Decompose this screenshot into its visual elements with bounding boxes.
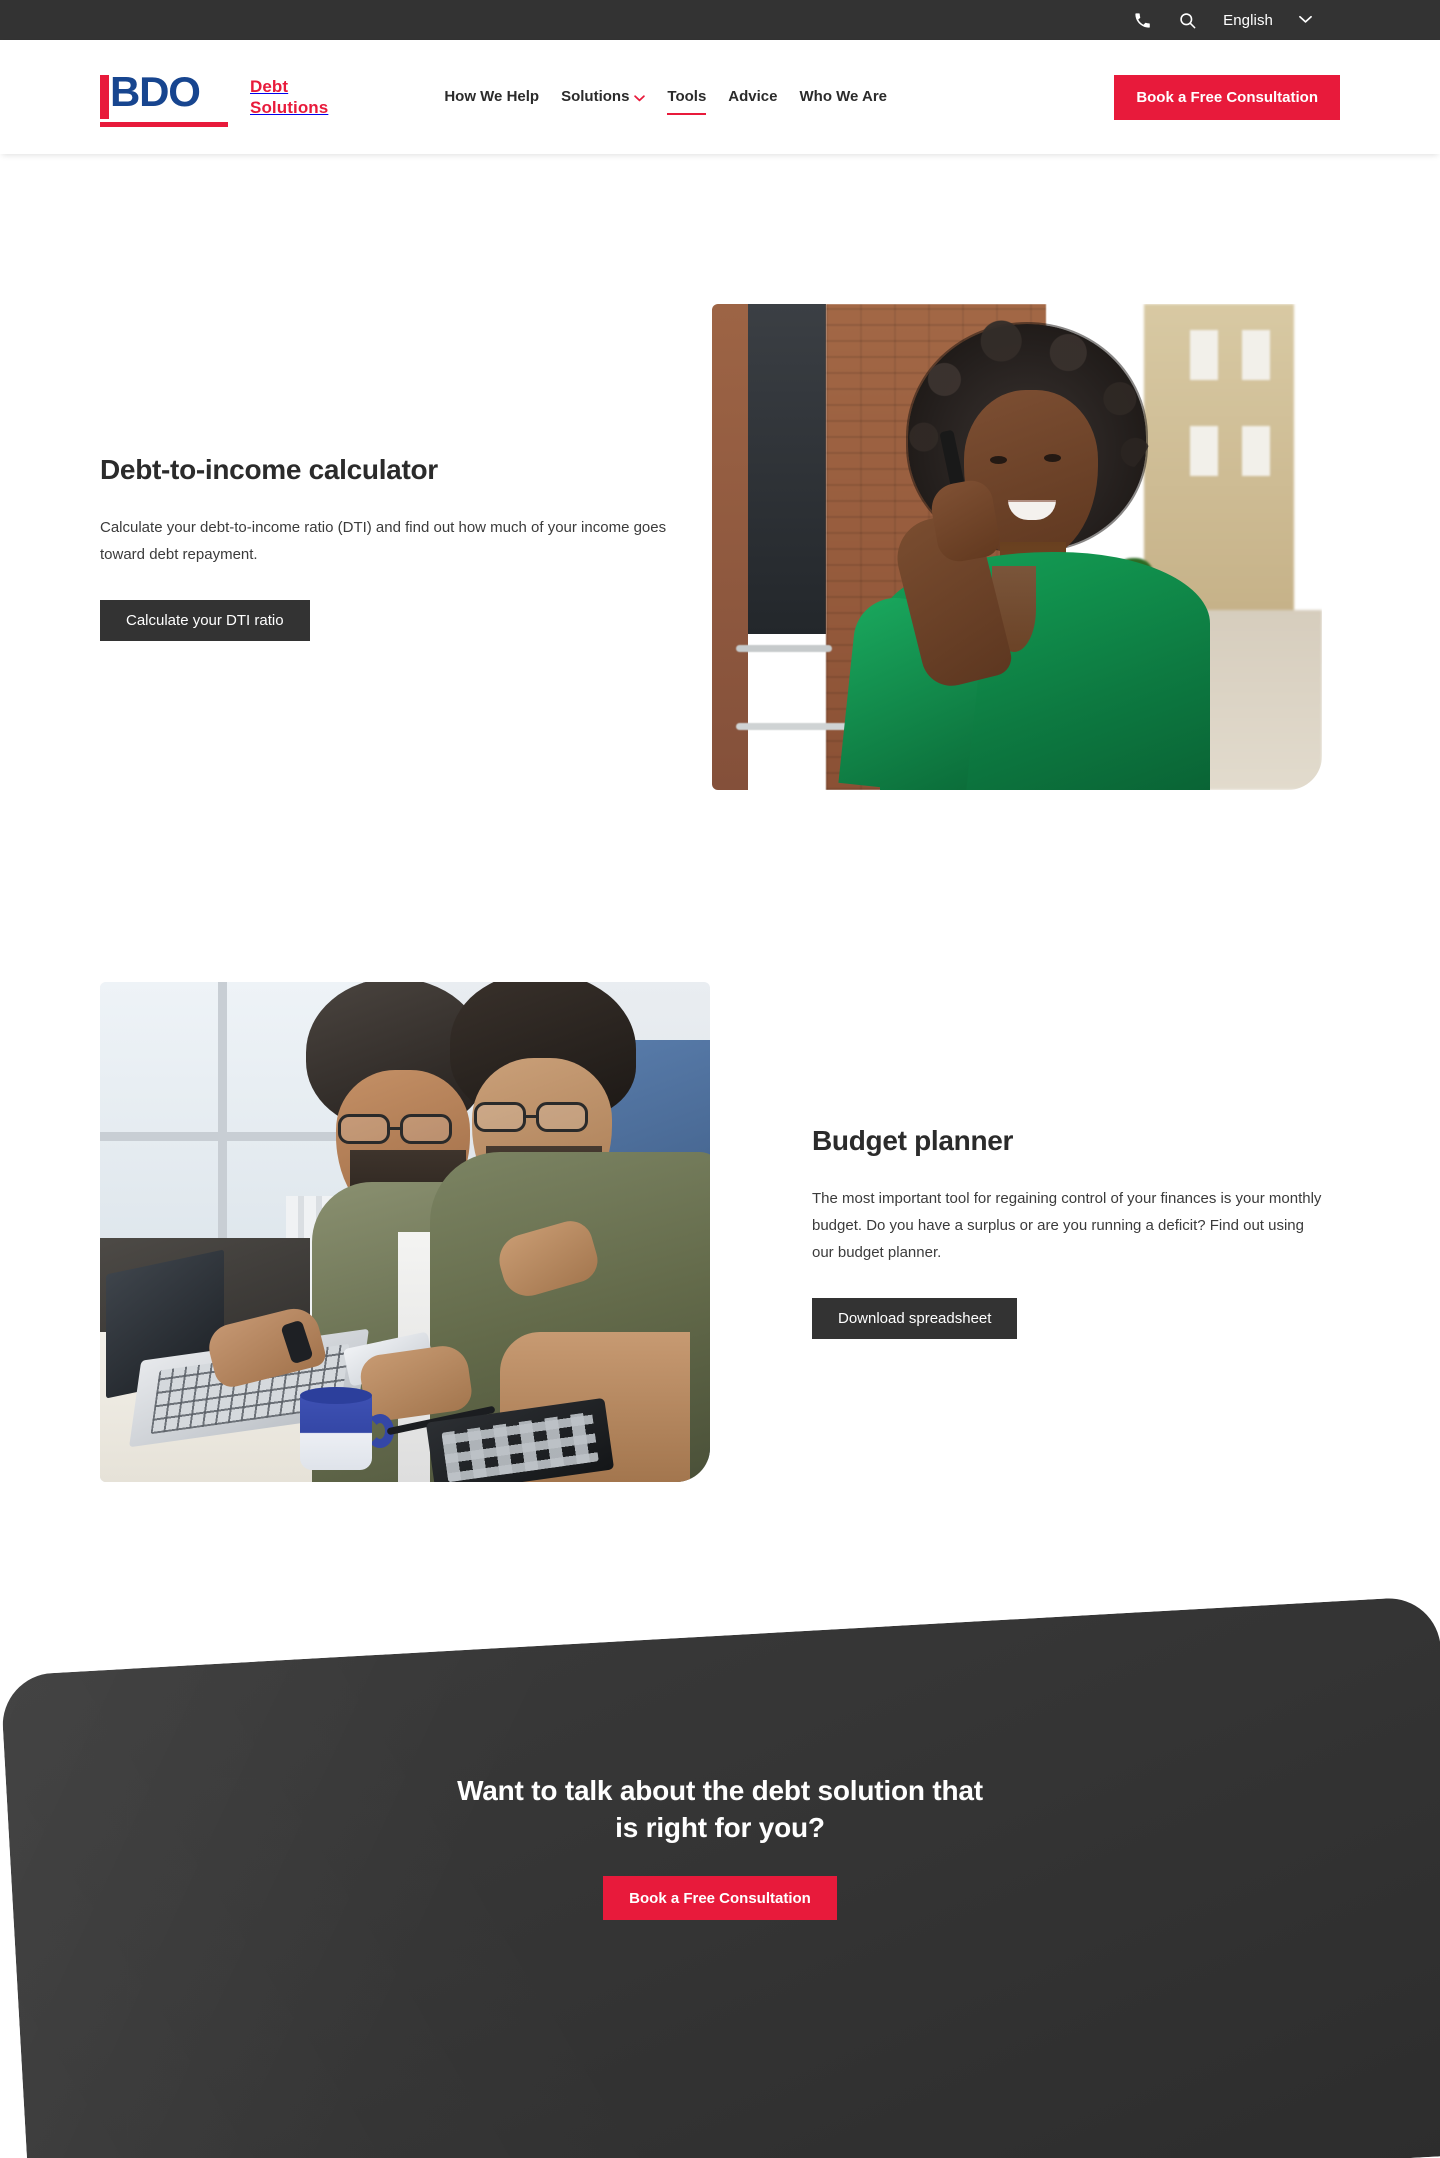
nav-label: Solutions <box>561 87 630 105</box>
brand-tagline-line2: Solutions <box>250 98 329 117</box>
download-spreadsheet-button[interactable]: Download spreadsheet <box>812 1298 1018 1339</box>
search-icon[interactable] <box>1178 11 1197 30</box>
woman-on-phone-photo <box>712 304 1322 790</box>
section-budget-planner: Budget planner The most important tool f… <box>0 982 1440 1482</box>
footer-cta-title-line1: Want to talk about the debt solution tha… <box>457 1775 983 1806</box>
two-men-with-laptop-photo <box>100 982 710 1482</box>
section-2-image-column <box>100 982 712 1482</box>
section-1-body: Calculate your debt-to-income ratio (DTI… <box>100 518 667 563</box>
footer-cta-section: Want to talk about the debt solution tha… <box>0 1598 1440 2158</box>
brand-tagline: Debt Solutions <box>250 76 328 118</box>
chevron-down-icon <box>634 89 646 106</box>
language-label: English <box>1223 11 1273 29</box>
site-header: BDO Debt Solutions How We Help Solutions <box>0 40 1440 154</box>
section-1-image-column <box>712 304 1324 790</box>
chevron-down-icon <box>1299 11 1312 29</box>
section-debt-to-income-calculator: Debt-to-income calculator Calculate your… <box>0 304 1440 790</box>
section-2-text-column: Budget planner The most important tool f… <box>712 1125 1324 1339</box>
nav-item-who-we-are[interactable]: Who We Are <box>800 88 888 107</box>
footer-cta-title-line2: is right for you? <box>615 1812 825 1843</box>
nav-label: Who We Are <box>799 87 888 105</box>
calculate-dti-ratio-button[interactable]: Calculate your DTI ratio <box>100 599 310 641</box>
footer-cta-title: Want to talk about the debt solution tha… <box>457 1772 983 1846</box>
book-consultation-button-footer[interactable]: Book a Free Consultation <box>603 1876 837 1920</box>
brand-tagline-line1: Debt <box>250 77 289 96</box>
section-1-text-column: Debt-to-income calculator Calculate your… <box>100 454 712 641</box>
book-consultation-button-header[interactable]: Book a Free Consultation <box>1114 74 1340 120</box>
nav-item-advice[interactable]: Advice <box>728 88 777 107</box>
language-selector[interactable]: English <box>1223 11 1312 29</box>
nav-label: How We Help <box>444 87 540 105</box>
phone-icon[interactable] <box>1133 11 1152 30</box>
nav-item-how-we-help[interactable]: How We Help <box>444 88 539 107</box>
nav-label: Tools <box>667 87 707 105</box>
brand-logo-link[interactable]: BDO Debt Solutions <box>100 68 328 127</box>
nav-label: Advice <box>728 87 778 105</box>
bdo-logo-icon: BDO <box>100 68 228 127</box>
nav-item-tools[interactable]: Tools <box>667 87 707 115</box>
section-2-body: The most important tool for regaining co… <box>812 1190 1322 1261</box>
logo-wordmark: BDO <box>110 68 201 115</box>
main-navigation: How We Help Solutions Tools Advice Who W… <box>444 87 888 115</box>
utility-bar: English <box>0 0 1440 40</box>
section-2-title: Budget planner <box>812 1125 1014 1156</box>
nav-item-solutions[interactable]: Solutions <box>561 87 646 108</box>
section-1-title: Debt-to-income calculator <box>100 453 438 485</box>
